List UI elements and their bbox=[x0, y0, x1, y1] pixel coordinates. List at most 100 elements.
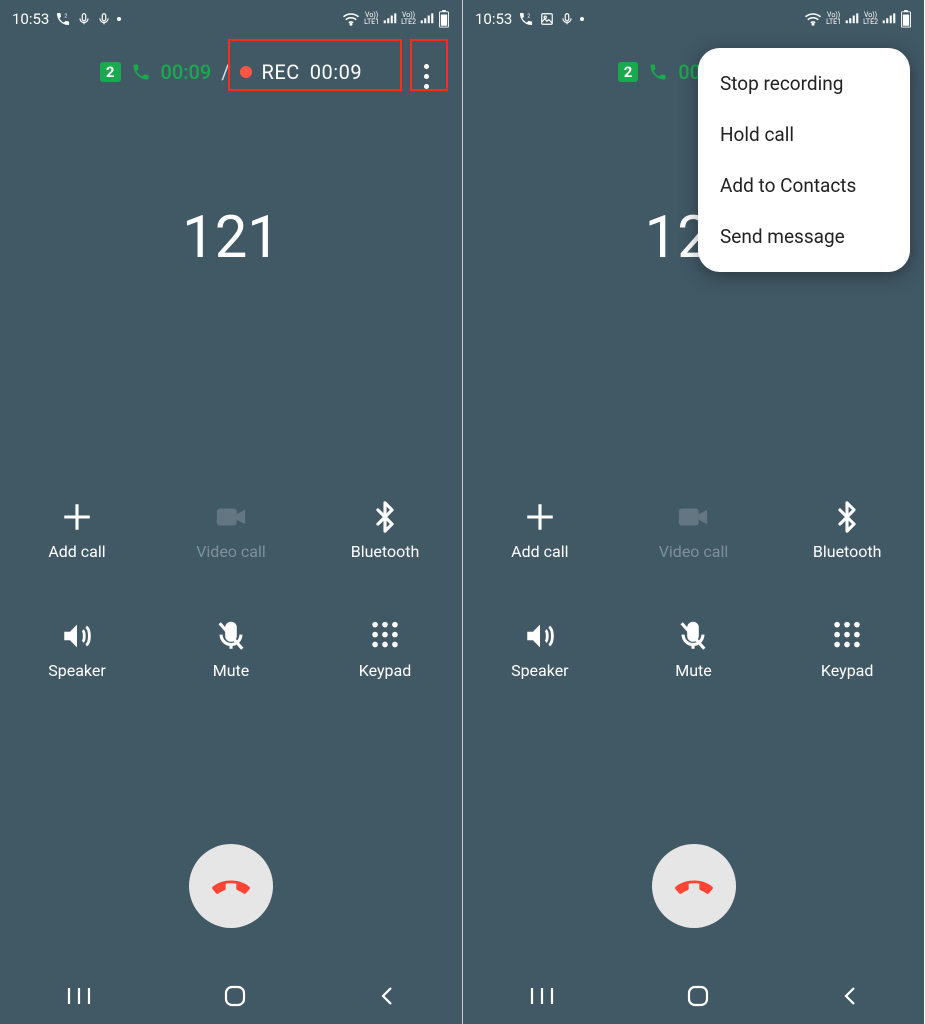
bluetooth-label: Bluetooth bbox=[351, 542, 420, 561]
phone-icon bbox=[131, 62, 151, 82]
svg-text:2: 2 bbox=[65, 14, 68, 20]
speaker-button[interactable]: Speaker bbox=[463, 619, 617, 680]
separator: / bbox=[221, 60, 229, 84]
mute-icon bbox=[676, 619, 710, 653]
wifi-icon bbox=[342, 12, 360, 26]
bluetooth-label: Bluetooth bbox=[813, 542, 882, 561]
status-right: Vo)) LTE1 Vo)) LTE2 bbox=[804, 10, 912, 28]
call-header: 2 00:09 / REC 00:09 bbox=[0, 38, 462, 84]
menu-add-to-contacts[interactable]: Add to Contacts bbox=[698, 160, 910, 211]
bluetooth-icon bbox=[830, 500, 864, 534]
plus-icon bbox=[523, 500, 557, 534]
caller-number: 121 bbox=[0, 204, 462, 272]
phone-small-icon: 2 bbox=[518, 11, 534, 27]
signal-icon bbox=[420, 13, 434, 25]
video-call-label: Video call bbox=[196, 542, 266, 561]
status-dot bbox=[580, 17, 584, 21]
mute-label: Mute bbox=[675, 661, 712, 680]
video-call-button: Video call bbox=[617, 500, 771, 561]
menu-send-message[interactable]: Send message bbox=[698, 211, 910, 262]
mic-icon bbox=[97, 12, 111, 26]
mic-icon bbox=[77, 12, 91, 26]
gallery-icon bbox=[540, 12, 554, 26]
end-call-button[interactable] bbox=[189, 844, 273, 928]
speaker-icon bbox=[523, 619, 557, 653]
clock-text: 10:53 bbox=[475, 10, 512, 28]
keypad-button[interactable]: Keypad bbox=[308, 619, 462, 680]
overflow-menu: Stop recording Hold call Add to Contacts… bbox=[698, 48, 910, 272]
mute-button[interactable]: Mute bbox=[154, 619, 308, 680]
keypad-button[interactable]: Keypad bbox=[770, 619, 924, 680]
status-dot bbox=[117, 17, 121, 21]
add-call-button[interactable]: Add call bbox=[463, 500, 617, 561]
keypad-label: Keypad bbox=[821, 661, 874, 680]
action-grid: Add call Video call Bluetooth Speaker Mu… bbox=[463, 500, 924, 680]
back-icon[interactable] bbox=[840, 984, 860, 1008]
more-button[interactable] bbox=[410, 56, 442, 96]
speaker-label: Speaker bbox=[511, 661, 569, 680]
status-bar: 10:53 2 Vo)) LTE1 Vo)) LTE2 bbox=[0, 0, 462, 38]
add-call-button[interactable]: Add call bbox=[0, 500, 154, 561]
more-dots-icon bbox=[424, 64, 429, 89]
nav-bar bbox=[0, 968, 462, 1024]
recent-apps-icon[interactable] bbox=[528, 986, 556, 1006]
call-duration: 00:09 bbox=[161, 60, 212, 84]
video-call-button: Video call bbox=[154, 500, 308, 561]
signal-icon bbox=[383, 13, 397, 25]
rec-label: REC bbox=[262, 60, 300, 84]
svg-text:2: 2 bbox=[528, 14, 531, 20]
keypad-icon bbox=[368, 619, 402, 653]
speaker-label: Speaker bbox=[48, 661, 106, 680]
wifi-icon bbox=[804, 12, 822, 26]
mic-icon bbox=[560, 12, 574, 26]
video-icon bbox=[214, 500, 248, 534]
status-right: Vo)) LTE1 Vo)) LTE2 bbox=[342, 10, 450, 28]
phone-small-icon: 2 bbox=[55, 11, 71, 27]
rec-time: 00:09 bbox=[310, 60, 362, 84]
mute-button[interactable]: Mute bbox=[617, 619, 771, 680]
keypad-label: Keypad bbox=[359, 661, 412, 680]
keypad-icon bbox=[830, 619, 864, 653]
home-icon[interactable] bbox=[222, 983, 248, 1009]
status-bar: 10:53 2 Vo)) LTE1 Vo)) LTE2 bbox=[463, 0, 924, 38]
recent-apps-icon[interactable] bbox=[65, 986, 93, 1006]
action-grid: Add call Video call Bluetooth Speaker Mu… bbox=[0, 500, 462, 680]
battery-icon bbox=[900, 10, 912, 28]
mute-label: Mute bbox=[213, 661, 250, 680]
speaker-button[interactable]: Speaker bbox=[0, 619, 154, 680]
hangup-icon bbox=[209, 864, 253, 908]
sim-badge: 2 bbox=[100, 62, 121, 82]
mute-icon bbox=[214, 619, 248, 653]
video-call-label: Video call bbox=[659, 542, 729, 561]
lte1-indicator: Vo)) LTE1 bbox=[826, 12, 841, 26]
signal-icon bbox=[845, 13, 859, 25]
clock-text: 10:53 bbox=[12, 10, 49, 28]
lte2-indicator: Vo)) LTE2 bbox=[401, 12, 416, 26]
bluetooth-icon bbox=[368, 500, 402, 534]
menu-hold-call[interactable]: Hold call bbox=[698, 109, 910, 160]
sim-badge: 2 bbox=[618, 62, 639, 82]
nav-bar bbox=[463, 968, 924, 1024]
lte2-indicator: Vo)) LTE2 bbox=[863, 12, 878, 26]
phone-right: 10:53 2 Vo)) LTE1 Vo)) LTE2 bbox=[462, 0, 924, 1024]
battery-icon bbox=[438, 10, 450, 28]
back-icon[interactable] bbox=[377, 984, 397, 1008]
bluetooth-button[interactable]: Bluetooth bbox=[308, 500, 462, 561]
status-left: 10:53 2 bbox=[475, 10, 584, 28]
plus-icon bbox=[60, 500, 94, 534]
bluetooth-button[interactable]: Bluetooth bbox=[770, 500, 924, 561]
rec-dot-icon bbox=[240, 66, 252, 78]
phone-left: 10:53 2 Vo)) LTE1 Vo)) LTE2 bbox=[0, 0, 462, 1024]
menu-stop-recording[interactable]: Stop recording bbox=[698, 58, 910, 109]
phone-icon bbox=[648, 62, 668, 82]
add-call-label: Add call bbox=[511, 542, 568, 561]
signal-icon bbox=[882, 13, 896, 25]
home-icon[interactable] bbox=[685, 983, 711, 1009]
status-left: 10:53 2 bbox=[12, 10, 121, 28]
lte1-indicator: Vo)) LTE1 bbox=[364, 12, 379, 26]
end-call-button[interactable] bbox=[652, 844, 736, 928]
add-call-label: Add call bbox=[48, 542, 105, 561]
speaker-icon bbox=[60, 619, 94, 653]
hangup-icon bbox=[672, 864, 716, 908]
video-icon bbox=[676, 500, 710, 534]
